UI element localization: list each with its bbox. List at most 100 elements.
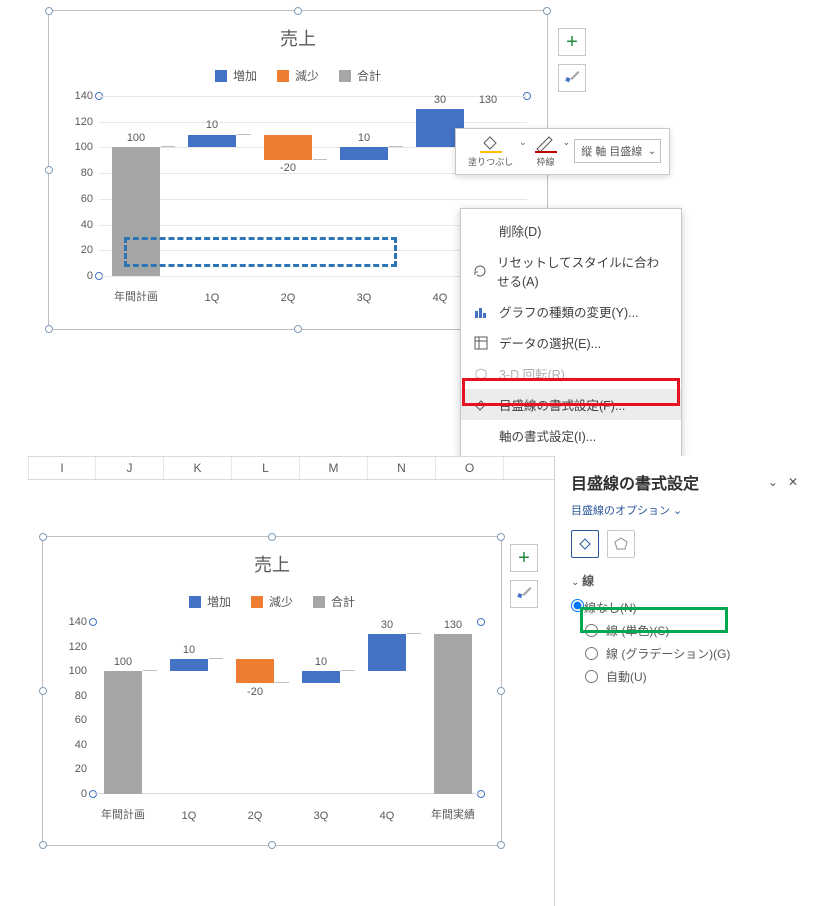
column-header[interactable]: I — [28, 457, 96, 479]
column-header[interactable]: N — [368, 457, 436, 479]
chart-styles-button[interactable] — [558, 64, 586, 92]
legend-entry-decrease[interactable]: 減少 — [277, 67, 319, 84]
resize-handle[interactable] — [497, 841, 505, 849]
paint-bucket-icon — [480, 135, 502, 156]
ctx-select-data[interactable]: データの選択(E)... — [461, 327, 681, 358]
bar-increase[interactable] — [302, 671, 340, 683]
resize-handle[interactable] — [543, 7, 551, 15]
pane-title: 目盛線の書式設定 — [571, 470, 699, 494]
fill-dropdown[interactable]: 塗りつぶし ⌄ — [464, 135, 527, 168]
chart-legend[interactable]: 増加 減少 合計 — [43, 593, 501, 610]
resize-handle[interactable] — [268, 841, 276, 849]
gridline[interactable] — [99, 199, 527, 200]
chart-element-selector[interactable]: 縦 軸 目盛線 — [574, 139, 661, 163]
resize-handle[interactable] — [45, 166, 53, 174]
fill-line-tab[interactable] — [571, 530, 599, 558]
chart-legend[interactable]: 増加 減少 合計 — [49, 67, 547, 84]
radio-solid-line[interactable]: 線 (単色)(S) — [585, 622, 798, 639]
close-pane-button[interactable]: ✕ — [788, 475, 798, 489]
x-label: 年間計画 — [99, 288, 173, 304]
y-tick: 40 — [57, 739, 87, 751]
legend-entry-increase[interactable]: 増加 — [215, 67, 257, 84]
column-header[interactable]: J — [96, 457, 164, 479]
x-label: 4Q — [357, 810, 417, 822]
ctx-label: 3-D 回転(R)... — [499, 364, 575, 383]
radio-automatic[interactable]: 自動(U) — [585, 668, 798, 685]
resize-handle[interactable] — [497, 687, 505, 695]
column-header[interactable]: K — [164, 457, 232, 479]
resize-handle[interactable] — [39, 533, 47, 541]
bar-increase[interactable] — [340, 147, 388, 160]
chart-title[interactable]: 売上 — [49, 25, 547, 51]
connector — [407, 633, 421, 634]
column-header[interactable]: M — [300, 457, 368, 479]
embedded-chart-bottom[interactable]: 売上 増加 減少 合計 140 120 100 80 60 40 20 — [42, 536, 502, 846]
radio-no-line[interactable]: 線なし(N) — [571, 601, 637, 615]
column-header[interactable]: O — [436, 457, 504, 479]
resize-handle[interactable] — [497, 533, 505, 541]
resize-handle[interactable] — [268, 533, 276, 541]
gridline-options-link[interactable]: 目盛線のオプション ⌄ — [571, 502, 682, 518]
legend-entry-increase[interactable]: 増加 — [189, 593, 231, 610]
resize-handle[interactable] — [294, 7, 302, 15]
paintbrush-icon — [515, 584, 533, 605]
collapse-pane-button[interactable]: ⌄ — [768, 475, 778, 489]
bar-total[interactable] — [434, 634, 472, 794]
y-tick: 40 — [65, 219, 93, 231]
plot-handle[interactable] — [477, 790, 485, 798]
pentagon-icon — [613, 536, 629, 552]
legend-entry-decrease[interactable]: 減少 — [251, 593, 293, 610]
ctx-delete[interactable]: 削除(D) — [461, 215, 681, 246]
radio-input[interactable] — [585, 624, 598, 637]
x-label: 1Q — [159, 810, 219, 822]
chart-styles-button[interactable] — [510, 580, 538, 608]
data-label: -20 — [251, 162, 325, 174]
resize-handle[interactable] — [294, 325, 302, 333]
effects-tab[interactable] — [607, 530, 635, 558]
legend-entry-total[interactable]: 合計 — [339, 67, 381, 84]
bar-increase[interactable] — [188, 135, 236, 148]
bar-increase[interactable] — [368, 634, 406, 671]
ctx-label: 軸の書式設定(I)... — [499, 426, 596, 445]
radio-label: 線 (グラデーション)(G) — [606, 645, 730, 662]
radio-input[interactable] — [585, 647, 598, 660]
bar-decrease[interactable] — [264, 135, 312, 161]
connector — [275, 682, 289, 683]
chart-elements-button[interactable]: + — [558, 28, 586, 56]
resize-handle[interactable] — [39, 841, 47, 849]
resize-handle[interactable] — [39, 687, 47, 695]
group-line-header[interactable]: 線 — [571, 572, 798, 589]
column-header[interactable]: L — [232, 457, 300, 479]
y-tick: 100 — [57, 665, 87, 677]
x-label: 年間実績 — [423, 806, 483, 822]
data-label: 10 — [291, 656, 351, 668]
chart-elements-button[interactable]: + — [510, 544, 538, 572]
ctx-format-axis[interactable]: 軸の書式設定(I)... — [461, 420, 681, 451]
plot-area[interactable]: 140 120 100 80 60 40 20 0 100年間計画 101Q -… — [93, 622, 481, 794]
dashed-selection[interactable] — [124, 237, 397, 267]
bar-decrease[interactable] — [236, 659, 274, 684]
outline-label: 枠線 — [537, 158, 555, 168]
context-menu: 削除(D) リセットしてスタイルに合わせる(A) グラフの種類の変更(Y)...… — [460, 208, 682, 458]
ctx-format-gridlines[interactable]: 目盛線の書式設定(F)... — [461, 389, 681, 420]
reset-icon — [473, 263, 487, 279]
radio-gradient-line[interactable]: 線 (グラデーション)(G) — [585, 645, 798, 662]
chart-title[interactable]: 売上 — [43, 551, 501, 577]
bar-increase[interactable] — [170, 659, 208, 671]
resize-handle[interactable] — [45, 325, 53, 333]
bar-total[interactable] — [104, 671, 142, 794]
legend-label: 合計 — [331, 593, 355, 610]
chart-type-icon — [473, 304, 489, 320]
outline-dropdown[interactable]: 枠線 ⌄ — [531, 135, 571, 168]
legend-swatch — [339, 70, 351, 82]
ctx-reset-style[interactable]: リセットしてスタイルに合わせる(A) — [461, 246, 681, 296]
y-tick: 80 — [65, 167, 93, 179]
radio-input[interactable] — [585, 670, 598, 683]
radio-input[interactable] — [571, 599, 584, 612]
radio-label: 線 (単色)(S) — [606, 622, 669, 639]
plot-handle[interactable] — [89, 790, 97, 798]
legend-entry-total[interactable]: 合計 — [313, 593, 355, 610]
ctx-change-chart-type[interactable]: グラフの種類の変更(Y)... — [461, 296, 681, 327]
resize-handle[interactable] — [45, 7, 53, 15]
plot-handle[interactable] — [89, 618, 97, 626]
